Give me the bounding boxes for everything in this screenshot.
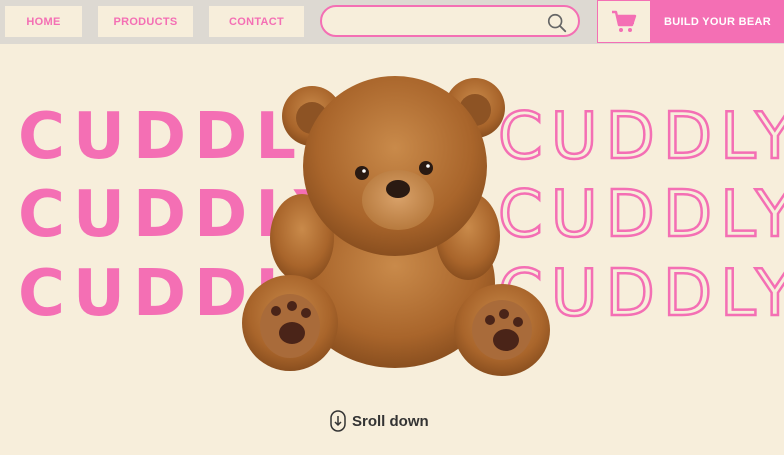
- teddy-bear-image: [242, 76, 550, 376]
- build-your-bear-button[interactable]: BUILD YOUR BEAR: [651, 0, 784, 43]
- scroll-down-label: Sroll down: [352, 412, 429, 430]
- cart-icon: [612, 10, 637, 32]
- search-input[interactable]: [336, 13, 540, 33]
- search-icon[interactable]: [546, 12, 568, 34]
- nav-products-button[interactable]: PRODUCTS: [98, 6, 193, 37]
- nav-contact-button[interactable]: CONTACT: [209, 6, 304, 37]
- nav-home-button[interactable]: HOME: [5, 6, 82, 37]
- cart-button[interactable]: [597, 0, 651, 43]
- scroll-down-hint[interactable]: Sroll down: [330, 410, 429, 432]
- search-bar: [320, 5, 580, 37]
- mouse-scroll-icon: [330, 410, 346, 432]
